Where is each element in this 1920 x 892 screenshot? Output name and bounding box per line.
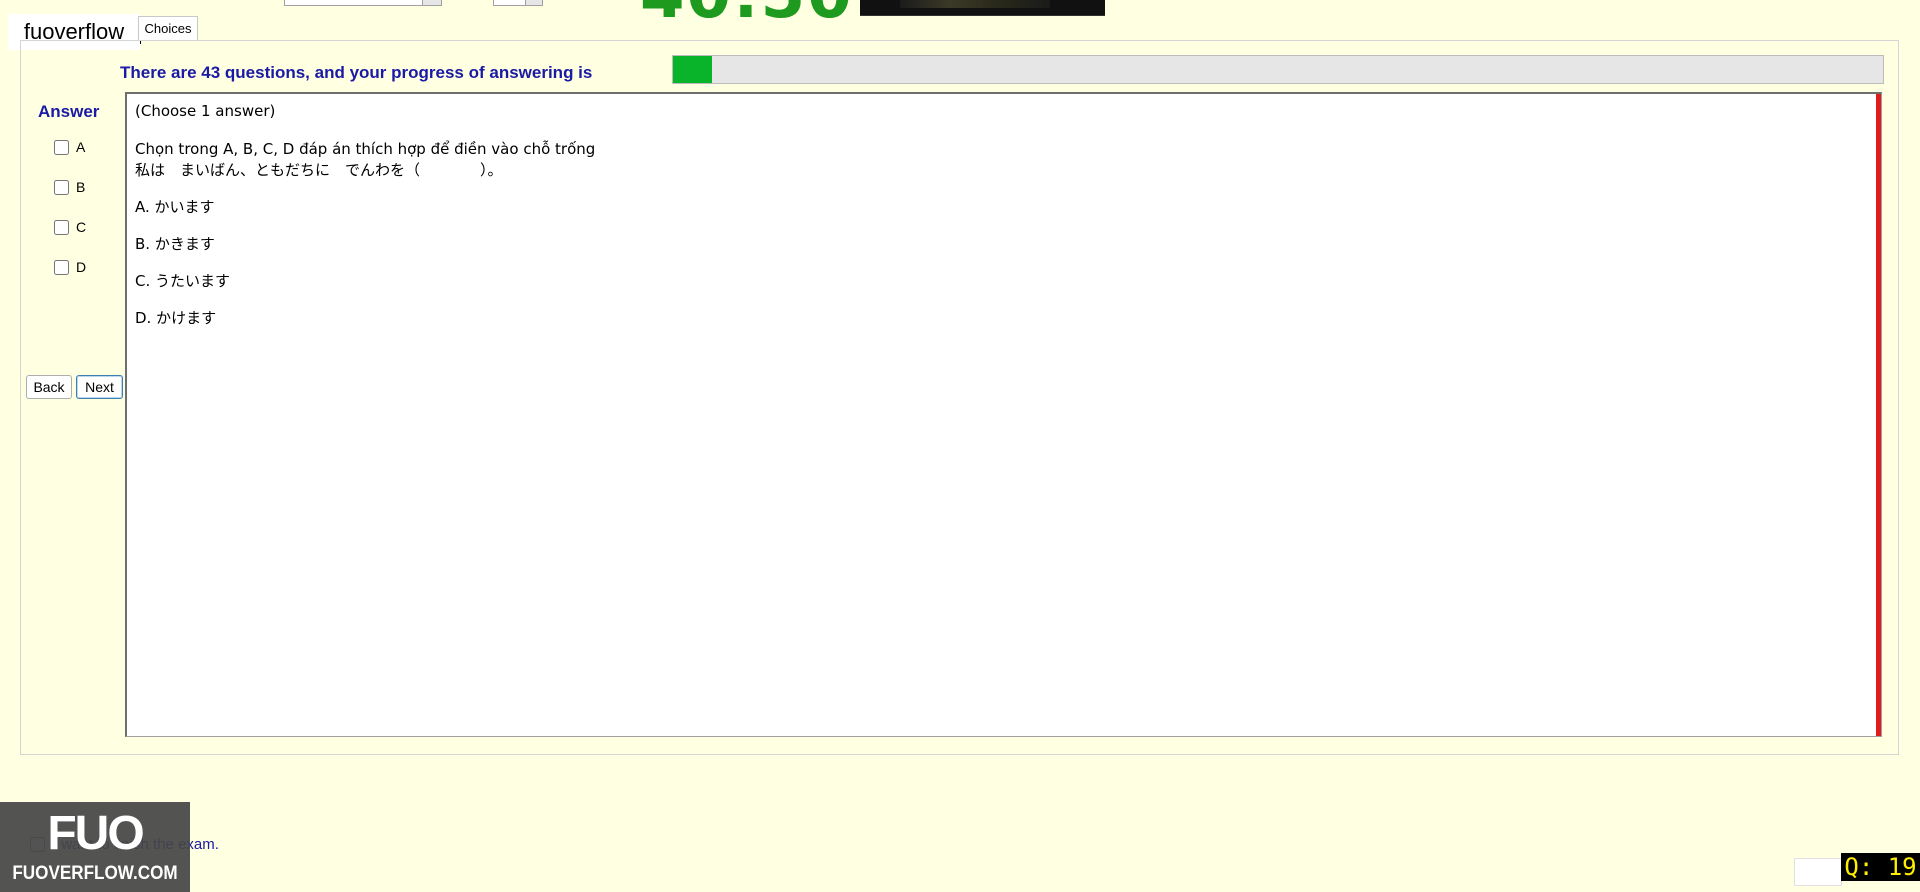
answer-checkbox-b[interactable] (54, 179, 69, 195)
progress-bar (672, 55, 1884, 84)
answer-option-d[interactable]: D (54, 257, 86, 277)
question-choice-c: C. うたいます (135, 272, 231, 290)
answer-option-label: B (76, 179, 86, 195)
question-choice-d: D. かけます (135, 309, 217, 327)
question-counter: Q: 19 (1841, 853, 1920, 881)
scroll-alert-bar (1876, 94, 1881, 736)
countdown-timer: 40:50 (640, 0, 854, 28)
answer-option-label: A (76, 139, 86, 155)
dropdown-arrow-icon[interactable] (422, 0, 441, 5)
question-content[interactable]: (Choose 1 answer) Chọn trong A, B, C, D … (125, 92, 1882, 737)
question-instruction: (Choose 1 answer) (135, 102, 276, 120)
answer-checkbox-c[interactable] (54, 219, 69, 235)
answer-option-c[interactable]: C (54, 217, 86, 237)
answer-option-a[interactable]: A (54, 137, 85, 157)
answer-option-label: D (76, 259, 87, 275)
status-box (1794, 858, 1842, 886)
font-size-combobox[interactable] (493, 0, 543, 6)
watermark-logo: FUO FUOVERFLOW.COM (0, 802, 190, 892)
tab-choices[interactable]: Choices (138, 16, 198, 40)
answer-checkbox-a[interactable] (54, 139, 69, 155)
question-sentence: 私は まいばん、ともだちに でんわを（ ）。 (135, 161, 503, 179)
exam-code-combobox[interactable] (284, 0, 442, 6)
question-choice-a: A. かいます (135, 198, 215, 216)
answer-checkbox-d[interactable] (54, 259, 69, 275)
answer-option-label: C (76, 219, 87, 235)
dropdown-arrow-icon[interactable] (525, 0, 542, 5)
progress-label: There are 43 questions, and your progres… (120, 63, 593, 82)
progress-bar-fill (673, 56, 712, 83)
webcam-preview (860, 0, 1105, 16)
question-choice-b: B. かきます (135, 235, 215, 253)
back-button[interactable]: Back (26, 375, 72, 399)
answer-option-b[interactable]: B (54, 177, 85, 197)
answer-heading: Answer (38, 102, 100, 121)
watermark-logo-text: FUO (47, 807, 144, 860)
question-prompt: Chọn trong A, B, C, D đáp án thích hợp đ… (135, 140, 596, 158)
next-button[interactable]: Next (76, 375, 123, 399)
watermark-site-text: FUOVERFLOW.COM (12, 863, 178, 884)
